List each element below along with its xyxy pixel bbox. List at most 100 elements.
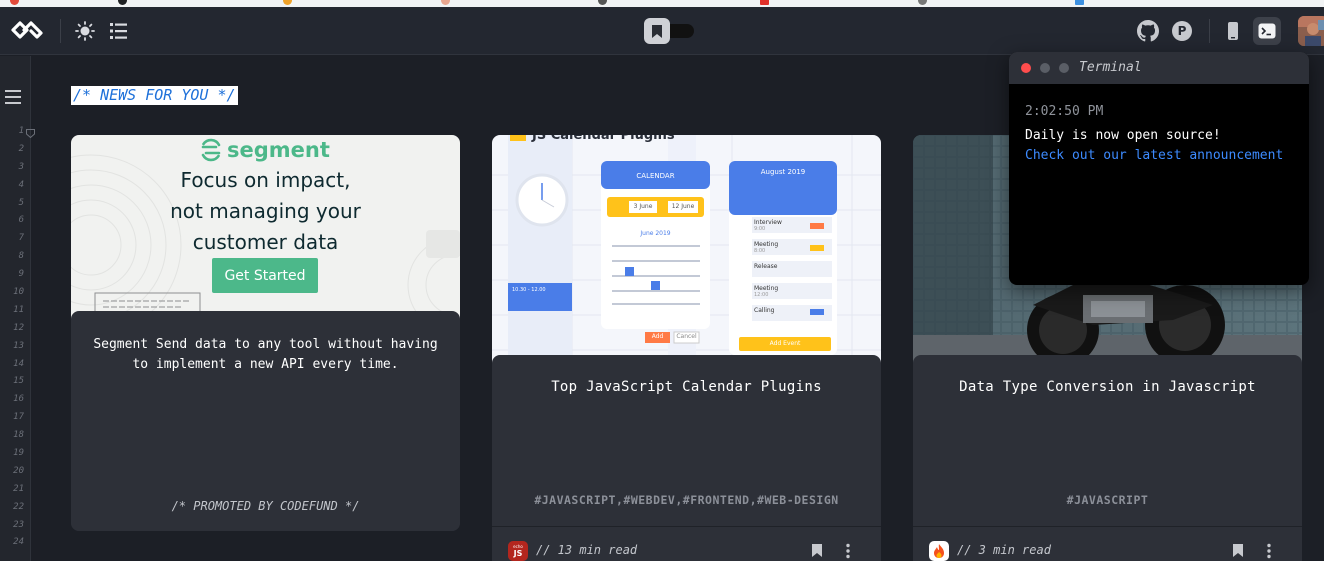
ad-banner[interactable]: segment Focus on impact, not managing yo… bbox=[71, 135, 460, 325]
line-number: 5 bbox=[18, 197, 24, 208]
terminal-header: Terminal bbox=[1009, 52, 1309, 84]
line-number: 4 bbox=[18, 179, 24, 190]
image-add-button: Add bbox=[651, 333, 664, 340]
post-divider bbox=[913, 526, 1302, 527]
image-calendar-month: June 2019 bbox=[640, 230, 671, 237]
echo-js-icon[interactable]: echo JS bbox=[508, 541, 528, 561]
product-hunt-icon[interactable]: P bbox=[1168, 17, 1196, 45]
browser-tab-strip bbox=[0, 0, 1324, 7]
read-time: // 13 min read bbox=[536, 543, 638, 557]
more-options-icon[interactable] bbox=[845, 543, 851, 559]
image-event-time: 12:00 bbox=[754, 292, 769, 298]
image-side-time: 10.30 - 12.00 bbox=[512, 287, 546, 293]
line-number-gutter: 1 2 3 4 5 6 7 8 9 10 11 12 13 14 15 16 17 18 19 20 21 22 23 24 bbox=[0, 56, 35, 561]
line-number: 18 bbox=[13, 430, 24, 441]
flame-icon[interactable] bbox=[929, 541, 949, 561]
tab-favicon bbox=[283, 0, 292, 5]
post-thumbnail[interactable]: JS Calendar Plugins CALENDAR 3 June 12 J… bbox=[492, 135, 881, 365]
mobile-icon[interactable] bbox=[1219, 17, 1247, 45]
ad-description[interactable]: Segment Send data to any tool without ha… bbox=[93, 335, 438, 375]
image-event-time: 8:00 bbox=[754, 248, 766, 254]
product-hunt-letter: P bbox=[1177, 24, 1187, 38]
line-number: 22 bbox=[13, 501, 24, 512]
maximize-dot-icon[interactable] bbox=[1059, 63, 1069, 73]
terminal-icon[interactable] bbox=[1253, 17, 1281, 45]
image-calendar-header: CALENDAR bbox=[636, 172, 675, 180]
terminal-message: Daily is now open source! bbox=[1025, 128, 1221, 143]
top-bar: P bbox=[0, 7, 1324, 55]
ad-brand-name: segment bbox=[227, 138, 330, 162]
toolbar-divider bbox=[1209, 19, 1210, 43]
post-footer: echo JS // 13 min read bbox=[508, 541, 865, 561]
line-number: 17 bbox=[13, 412, 24, 423]
ad-headline-line: customer data bbox=[192, 230, 339, 254]
line-number: 6 bbox=[18, 215, 24, 226]
daily-dev-logo-icon[interactable] bbox=[10, 19, 44, 41]
post-title[interactable]: Data Type Conversion in Javascript bbox=[913, 379, 1302, 395]
ad-headline-line: not managing your bbox=[170, 199, 361, 223]
tab-favicon bbox=[760, 0, 769, 5]
minimize-dot-icon[interactable] bbox=[1040, 63, 1050, 73]
list-layout-icon[interactable] bbox=[105, 17, 133, 45]
image-event: Meeting bbox=[754, 285, 779, 292]
line-number: 14 bbox=[13, 358, 24, 369]
image-event: Calling bbox=[754, 307, 775, 314]
line-number: 11 bbox=[13, 304, 24, 315]
line-number: 10 bbox=[13, 287, 24, 298]
image-calendar2-month: August 2019 bbox=[760, 168, 806, 176]
post-info-panel: Top JavaScript Calendar Plugins #JAVASCR… bbox=[492, 355, 881, 561]
image-cancel-button: Cancel bbox=[676, 333, 697, 340]
bookmark-icon bbox=[644, 18, 670, 44]
promoted-ad-card[interactable]: segment Focus on impact, not managing yo… bbox=[71, 135, 460, 531]
ad-promoted-label: /* PROMOTED BY CODEFUND */ bbox=[171, 499, 360, 513]
close-dot-icon[interactable] bbox=[1021, 63, 1031, 73]
tab-favicon bbox=[10, 0, 19, 5]
post-divider bbox=[492, 526, 881, 527]
tab-favicon bbox=[1075, 0, 1084, 5]
post-title[interactable]: Top JavaScript Calendar Plugins bbox=[492, 379, 881, 395]
line-number: 15 bbox=[13, 376, 24, 387]
image-event: Release bbox=[754, 263, 778, 270]
line-number: 20 bbox=[13, 465, 24, 476]
sun-icon[interactable] bbox=[71, 17, 99, 45]
echo-js-badge-text: JS bbox=[513, 549, 523, 558]
line-number: 1 bbox=[18, 126, 24, 136]
hamburger-icon[interactable] bbox=[5, 89, 21, 104]
post-footer: // 3 min read bbox=[929, 541, 1286, 561]
more-options-icon[interactable] bbox=[1266, 543, 1272, 559]
github-icon[interactable] bbox=[1134, 17, 1162, 45]
image-calendar-from: 3 June bbox=[633, 203, 653, 210]
post-tags: #JAVASCRIPT,#WEBDEV,#FRONTEND,#WEB-DESIG… bbox=[534, 493, 839, 507]
tab-favicon bbox=[118, 0, 127, 5]
fold-marker-icon[interactable] bbox=[26, 123, 35, 139]
line-number: 16 bbox=[13, 394, 24, 405]
line-number: 9 bbox=[18, 269, 24, 280]
image-add-event: Add Event bbox=[769, 340, 801, 347]
read-time: // 3 min read bbox=[957, 543, 1051, 557]
terminal-popup: Terminal 2:02:50 PM Daily is now open so… bbox=[1009, 52, 1309, 285]
segment-logo: segment bbox=[199, 138, 330, 162]
ad-headline-line: Focus on impact, bbox=[180, 168, 351, 192]
line-number: 21 bbox=[13, 483, 24, 494]
tab-favicon bbox=[918, 0, 927, 5]
line-number: 13 bbox=[13, 340, 24, 351]
line-number: 3 bbox=[18, 161, 24, 172]
line-number: 12 bbox=[13, 322, 24, 333]
post-tags: #JAVASCRIPT bbox=[1066, 493, 1149, 507]
toolbar-divider bbox=[60, 19, 61, 43]
image-event: Meeting bbox=[754, 241, 779, 248]
bookmark-icon[interactable] bbox=[1232, 543, 1246, 559]
bookmarks-toggle[interactable] bbox=[644, 18, 694, 44]
bookmark-icon[interactable] bbox=[811, 543, 825, 559]
post-card[interactable]: JS Calendar Plugins CALENDAR 3 June 12 J… bbox=[492, 135, 881, 561]
user-avatar[interactable] bbox=[1298, 16, 1324, 46]
get-started-button[interactable]: Get Started bbox=[212, 258, 318, 293]
line-number: 2 bbox=[18, 143, 24, 154]
image-banner-text: JS Calendar Plugins bbox=[532, 135, 675, 143]
image-calendar-to: 12 June bbox=[671, 203, 695, 210]
terminal-time: 2:02:50 PM bbox=[1025, 104, 1104, 119]
image-event: Interview bbox=[754, 219, 782, 226]
feed-heading: /* NEWS FOR YOU */ bbox=[71, 86, 238, 105]
announcement-link[interactable]: Check out our latest announcement bbox=[1025, 148, 1283, 163]
line-number: 19 bbox=[13, 448, 24, 459]
